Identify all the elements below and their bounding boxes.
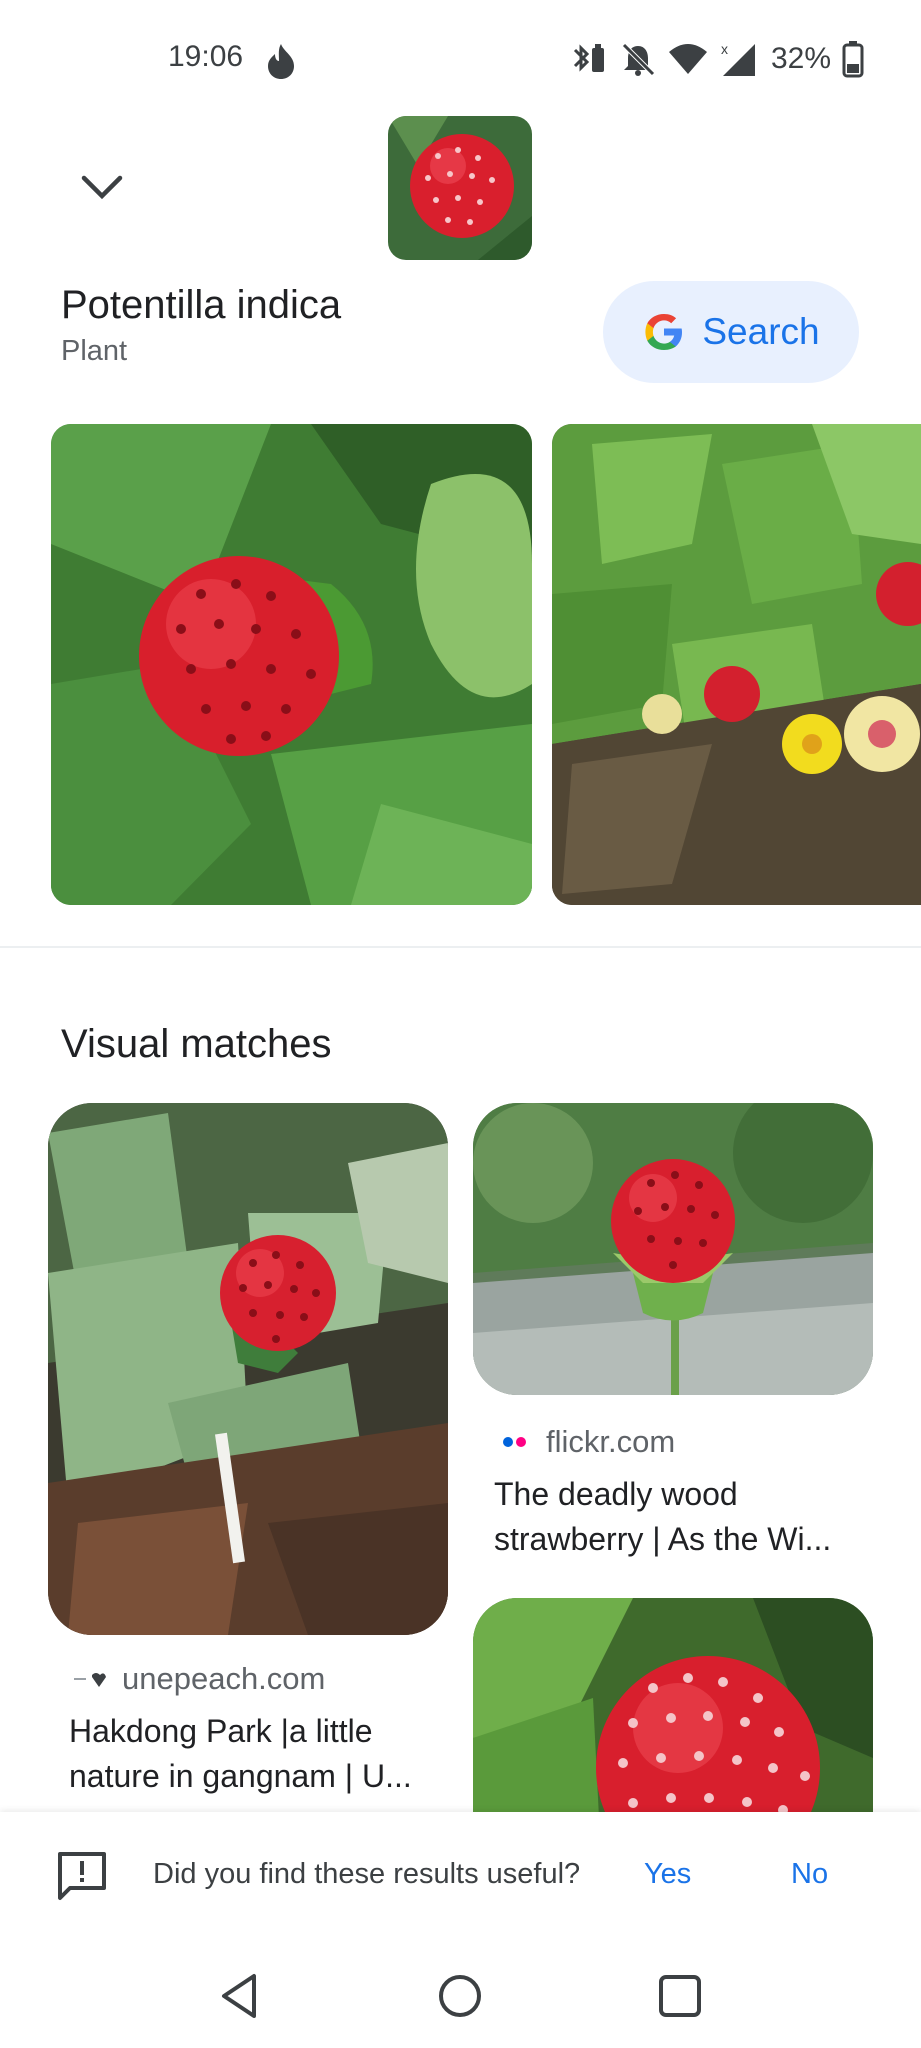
back-nav-icon[interactable] xyxy=(214,1968,270,2024)
home-nav-icon[interactable] xyxy=(432,1968,488,2024)
flame-icon xyxy=(268,44,294,79)
visual-match-title[interactable]: Hakdong Park |a little nature in gangnam… xyxy=(69,1709,429,1799)
google-search-button[interactable]: Search xyxy=(603,281,859,383)
source-domain: unepeach.com xyxy=(122,1661,326,1696)
svg-text:x: x xyxy=(721,41,728,57)
search-button-label: Search xyxy=(702,311,820,352)
source-domain: flickr.com xyxy=(546,1424,676,1459)
battery-percent: 32% xyxy=(770,42,831,75)
signal-icon: x xyxy=(721,41,755,76)
status-icons: x 32% xyxy=(571,40,865,78)
section-divider xyxy=(0,946,921,948)
feedback-yes-button[interactable]: Yes xyxy=(644,1858,691,1891)
bluetooth-battery-icon xyxy=(573,44,604,72)
visual-matches-heading: Visual matches xyxy=(61,1022,332,1066)
wifi-icon xyxy=(668,44,707,74)
query-thumbnail[interactable] xyxy=(388,116,532,260)
result-image[interactable] xyxy=(51,424,532,905)
visual-match-image[interactable] xyxy=(473,1103,873,1395)
entity-title: Potentilla indica xyxy=(61,283,342,327)
visual-match-source: unepeach.com xyxy=(72,1661,325,1697)
visual-match-title[interactable]: The deadly wood strawberry | As the Wi..… xyxy=(494,1472,864,1562)
feedback-icon xyxy=(58,1852,106,1900)
bell-off-icon xyxy=(622,43,655,76)
visual-match-image[interactable] xyxy=(48,1103,448,1635)
entity-subtitle: Plant xyxy=(61,335,128,367)
recents-nav-icon[interactable] xyxy=(652,1968,708,2024)
google-logo-icon xyxy=(645,314,683,350)
feedback-no-button[interactable]: No xyxy=(791,1858,828,1891)
unepeach-favicon-icon xyxy=(74,1673,106,1687)
feedback-question: Did you find these results useful? xyxy=(153,1858,581,1890)
battery-icon xyxy=(842,41,864,78)
visual-match-source: flickr.com xyxy=(496,1424,675,1460)
result-image[interactable] xyxy=(552,424,921,905)
flickr-favicon-icon xyxy=(503,1437,526,1447)
chevron-down-icon[interactable] xyxy=(78,162,126,210)
status-time: 19:06 xyxy=(168,40,244,73)
